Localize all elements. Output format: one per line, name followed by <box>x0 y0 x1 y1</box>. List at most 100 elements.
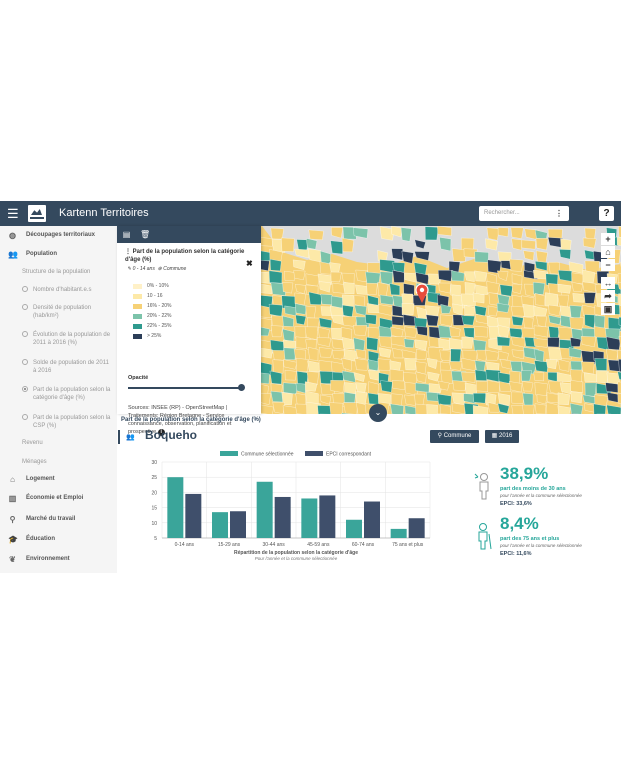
opacity-slider-handle[interactable] <box>238 384 245 391</box>
commune-polygon[interactable] <box>366 282 378 296</box>
commune-polygon[interactable] <box>391 315 405 326</box>
commune-polygon[interactable] <box>305 273 320 287</box>
commune-polygon[interactable] <box>472 393 487 404</box>
commune-polygon[interactable] <box>377 282 389 297</box>
commune-polygon[interactable] <box>404 358 417 371</box>
search-options-icon[interactable]: ⋮ <box>555 206 563 221</box>
close-icon[interactable]: ✖ <box>246 259 253 268</box>
commune-polygon[interactable] <box>415 348 428 360</box>
commune-polygon[interactable] <box>329 402 344 414</box>
commune-polygon[interactable] <box>281 237 295 252</box>
zoom-in-button[interactable]: + <box>601 233 615 245</box>
layers-icon[interactable]: ▤ <box>122 230 131 239</box>
commune-polygon[interactable] <box>426 404 438 414</box>
commune-polygon[interactable] <box>284 369 297 381</box>
commune-polygon[interactable] <box>343 402 358 414</box>
commune-polygon[interactable] <box>521 239 536 250</box>
commune-polygon[interactable] <box>450 348 462 362</box>
commune-polygon[interactable] <box>317 405 332 414</box>
commune-polygon[interactable] <box>436 393 452 406</box>
commune-polygon[interactable] <box>400 227 412 242</box>
search-input[interactable]: Rechercher... ⋮ <box>479 206 569 221</box>
commune-polygon[interactable] <box>510 361 522 373</box>
commune-polygon[interactable] <box>511 315 524 326</box>
commune-polygon[interactable] <box>461 371 476 383</box>
commune-polygon[interactable] <box>557 283 572 294</box>
commune-polygon[interactable] <box>330 240 344 255</box>
commune-polygon[interactable] <box>474 369 488 381</box>
commune-polygon[interactable] <box>342 315 358 327</box>
measure-button[interactable]: ↔ <box>601 277 615 289</box>
commune-polygon[interactable] <box>486 227 500 241</box>
commune-polygon[interactable] <box>487 305 499 317</box>
commune-polygon[interactable] <box>439 349 451 361</box>
commune-polygon[interactable] <box>415 382 431 393</box>
commune-polygon[interactable] <box>424 226 439 241</box>
commune-polygon[interactable] <box>343 391 356 403</box>
home-button[interactable]: ⌂ <box>601 246 615 258</box>
help-button[interactable]: ? <box>599 206 614 221</box>
commune-polygon[interactable] <box>308 229 324 241</box>
commune-polygon[interactable] <box>330 380 345 393</box>
commune-polygon[interactable] <box>569 317 585 330</box>
commune-polygon[interactable] <box>595 370 609 384</box>
commune-polygon[interactable] <box>521 381 534 392</box>
commune-polygon[interactable] <box>474 251 489 263</box>
commune-polygon[interactable] <box>520 370 532 382</box>
commune-polygon[interactable] <box>295 357 309 373</box>
commune-polygon[interactable] <box>342 282 355 295</box>
commune-polygon[interactable] <box>365 314 377 325</box>
commune-polygon[interactable] <box>379 294 394 306</box>
commune-polygon[interactable] <box>474 270 487 282</box>
trash-icon[interactable]: 🗑 <box>140 230 150 239</box>
commune-polygon[interactable] <box>391 393 403 406</box>
commune-polygon[interactable] <box>414 393 426 406</box>
commune-polygon[interactable] <box>557 392 571 406</box>
commune-polygon[interactable] <box>535 238 549 251</box>
commune-polygon[interactable] <box>269 370 282 385</box>
commune-polygon[interactable] <box>377 358 392 371</box>
commune-polygon[interactable] <box>270 227 285 240</box>
commune-polygon[interactable] <box>270 325 284 338</box>
commune-polygon[interactable] <box>499 284 513 297</box>
commune-polygon[interactable] <box>330 271 342 283</box>
commune-polygon[interactable] <box>342 304 354 318</box>
commune-selector-button[interactable]: ⚲ Commune <box>430 430 479 443</box>
commune-polygon[interactable] <box>366 336 379 351</box>
commune-polygon[interactable] <box>545 359 558 370</box>
commune-polygon[interactable] <box>380 380 393 393</box>
commune-polygon[interactable] <box>533 371 545 382</box>
zoom-out-button[interactable]: − <box>601 259 615 271</box>
commune-polygon[interactable] <box>509 258 524 272</box>
commune-polygon[interactable] <box>354 358 369 371</box>
commune-polygon[interactable] <box>570 380 584 394</box>
commune-polygon[interactable] <box>557 294 570 308</box>
commune-polygon[interactable] <box>570 391 583 404</box>
commune-polygon[interactable] <box>367 392 380 405</box>
commune-polygon[interactable] <box>594 358 608 371</box>
commune-polygon[interactable] <box>437 294 450 307</box>
commune-polygon[interactable] <box>329 262 341 274</box>
commune-polygon[interactable] <box>378 336 393 349</box>
commune-polygon[interactable] <box>532 281 546 295</box>
commune-polygon[interactable] <box>533 338 549 348</box>
commune-polygon[interactable] <box>305 305 317 319</box>
commune-polygon[interactable] <box>414 403 428 414</box>
commune-polygon[interactable] <box>510 227 524 239</box>
commune-polygon[interactable] <box>283 382 298 395</box>
commune-polygon[interactable] <box>320 293 333 305</box>
commune-polygon[interactable] <box>352 325 368 336</box>
commune-polygon[interactable] <box>534 381 548 397</box>
commune-polygon[interactable] <box>425 314 439 327</box>
commune-polygon[interactable] <box>584 382 597 397</box>
commune-polygon[interactable] <box>392 270 405 283</box>
commune-polygon[interactable] <box>452 380 467 391</box>
commune-polygon[interactable] <box>416 325 428 337</box>
commune-polygon[interactable] <box>437 226 452 237</box>
commune-polygon[interactable] <box>534 360 549 373</box>
commune-polygon[interactable] <box>293 270 306 281</box>
commune-polygon[interactable] <box>403 326 418 338</box>
commune-polygon[interactable] <box>341 237 354 253</box>
opacity-slider[interactable] <box>128 387 241 389</box>
commune-polygon[interactable] <box>294 292 307 306</box>
